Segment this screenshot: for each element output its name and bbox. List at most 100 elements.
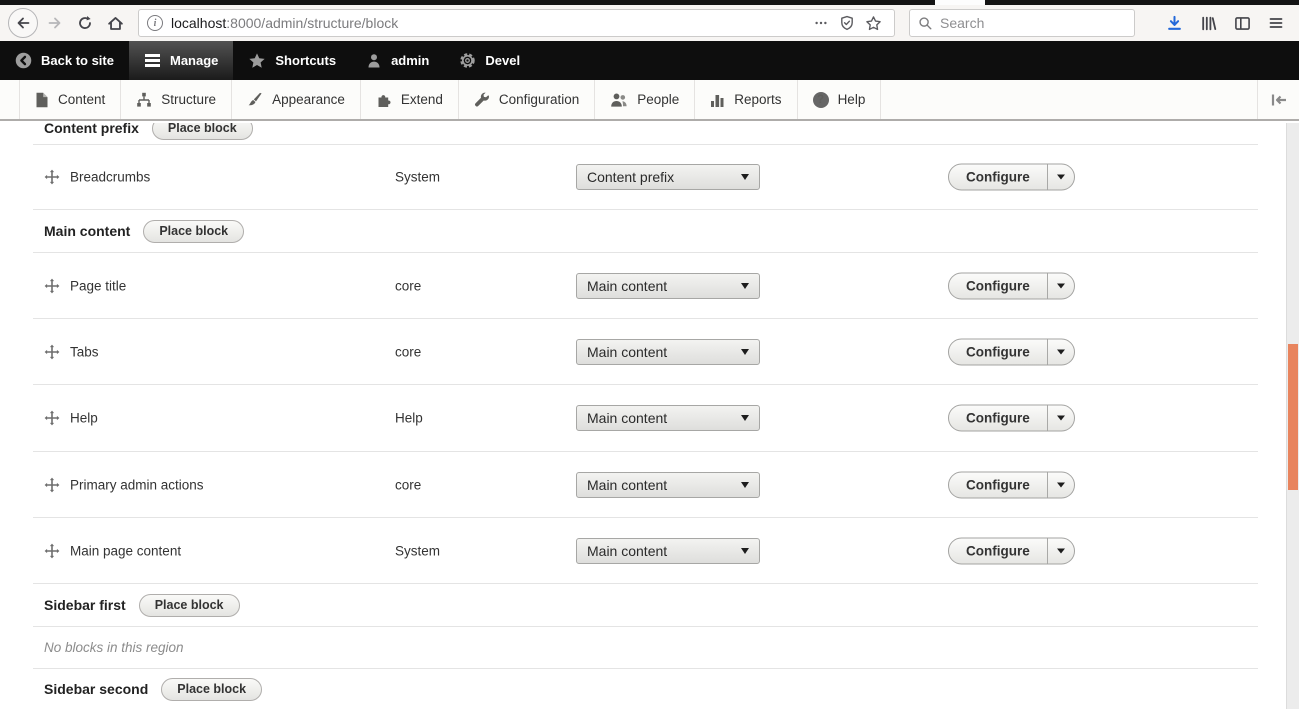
browser-home-button[interactable] (100, 8, 130, 38)
block-label: Main page content (70, 543, 181, 558)
document-icon (35, 92, 49, 108)
configure-dropbutton: Configure (948, 405, 1075, 432)
block-label: Tabs (70, 344, 99, 359)
admin-bar-label: Shortcuts (275, 53, 336, 68)
region-name: Main content (44, 223, 130, 239)
admin-bar-label: Devel (485, 53, 520, 68)
back-to-site-button[interactable]: Back to site (0, 41, 129, 80)
hamburger-menu-icon (144, 53, 161, 68)
region-select[interactable]: Main content (576, 273, 760, 299)
block-category: System (395, 543, 440, 558)
region-select-value: Main content (587, 344, 741, 360)
vertical-scrollbar[interactable] (1286, 123, 1299, 709)
admin-user-button[interactable]: admin (351, 41, 444, 80)
configure-button[interactable]: Configure (949, 273, 1047, 298)
table-row: Breadcrumbs System Content prefix Config… (33, 145, 1258, 210)
configure-button[interactable]: Configure (949, 165, 1047, 190)
block-label: Primary admin actions (70, 477, 204, 492)
drag-handle-icon[interactable] (44, 278, 60, 294)
people-icon (610, 92, 628, 108)
place-block-button[interactable]: Place block (152, 123, 253, 140)
back-arrow-icon (15, 15, 31, 31)
region-name: Sidebar first (44, 597, 126, 613)
region-select[interactable]: Content prefix (576, 164, 760, 190)
region-select[interactable]: Main content (576, 405, 760, 431)
configure-dropdown-toggle[interactable] (1047, 339, 1074, 364)
configure-dropdown-toggle[interactable] (1047, 406, 1074, 431)
browser-forward-button[interactable] (40, 8, 70, 38)
chevron-down-icon (1057, 416, 1065, 421)
pocket-shield-button[interactable] (834, 10, 860, 36)
configure-button[interactable]: Configure (949, 339, 1047, 364)
region-select[interactable]: Main content (576, 538, 760, 564)
configure-dropbutton: Configure (948, 537, 1075, 564)
library-button[interactable] (1193, 8, 1223, 38)
configure-dropbutton: Configure (948, 272, 1075, 299)
place-block-button[interactable]: Place block (161, 678, 262, 701)
region-header-main-content: Main content Place block (33, 210, 1258, 253)
drag-handle-icon[interactable] (44, 169, 60, 185)
search-input[interactable] (940, 15, 1090, 31)
chevron-down-icon (1057, 482, 1065, 487)
block-label: Breadcrumbs (70, 170, 150, 185)
shortcuts-button[interactable]: Shortcuts (233, 41, 351, 80)
region-name: Content prefix (44, 123, 139, 136)
region-select[interactable]: Main content (576, 472, 760, 498)
devel-button[interactable]: Devel (444, 41, 535, 80)
drupal-admin-toolbar: Back to site Manage Shortcuts admin Deve… (0, 41, 1299, 80)
configure-dropbutton: Configure (948, 164, 1075, 191)
tab-extend[interactable]: Extend (361, 80, 459, 119)
tab-reports[interactable]: Reports (695, 80, 797, 119)
tab-label: Content (58, 92, 105, 107)
configure-button[interactable]: Configure (949, 538, 1047, 563)
tab-configuration[interactable]: Configuration (459, 80, 595, 119)
downloads-button[interactable] (1159, 8, 1189, 38)
tab-label: Configuration (499, 92, 579, 107)
configure-dropdown-toggle[interactable] (1047, 165, 1074, 190)
tab-help[interactable]: Help (798, 80, 882, 119)
tab-label: Extend (401, 92, 443, 107)
tab-label: Appearance (272, 92, 345, 107)
scrollbar-thumb[interactable] (1288, 344, 1298, 490)
search-icon (918, 16, 933, 31)
sidebars-button[interactable] (1227, 8, 1257, 38)
drag-handle-icon[interactable] (44, 410, 60, 426)
toolbar-orientation-toggle[interactable] (1257, 80, 1299, 119)
tab-content[interactable]: Content (19, 80, 121, 119)
place-block-button[interactable]: Place block (139, 594, 240, 617)
app-menu-button[interactable] (1261, 8, 1291, 38)
url-path: :8000/admin/structure/block (226, 15, 398, 31)
configure-dropdown-toggle[interactable] (1047, 273, 1074, 298)
page-actions-menu-button[interactable] (808, 10, 834, 36)
drag-handle-icon[interactable] (44, 477, 60, 493)
browser-reload-button[interactable] (70, 8, 100, 38)
url-bar[interactable]: localhost:8000/admin/structure/block (138, 9, 895, 37)
collapse-left-icon (1270, 92, 1288, 108)
region-select[interactable]: Main content (576, 339, 760, 365)
configure-dropdown-toggle[interactable] (1047, 472, 1074, 497)
region-select-value: Main content (587, 278, 741, 294)
manage-button[interactable]: Manage (129, 41, 233, 80)
chevron-down-icon (741, 548, 749, 554)
region-select-value: Main content (587, 410, 741, 426)
table-row: Main page content System Main content Co… (33, 518, 1258, 584)
configure-button[interactable]: Configure (949, 472, 1047, 497)
browser-search-bar[interactable] (909, 9, 1135, 37)
bookmark-star-button[interactable] (860, 10, 886, 36)
configure-dropdown-toggle[interactable] (1047, 538, 1074, 563)
star-icon (248, 52, 266, 70)
tab-people[interactable]: People (595, 80, 695, 119)
tab-appearance[interactable]: Appearance (232, 80, 361, 119)
site-info-icon[interactable] (147, 15, 163, 31)
paintbrush-icon (247, 92, 263, 108)
drag-handle-icon[interactable] (44, 344, 60, 360)
block-category: core (395, 278, 421, 293)
configure-button[interactable]: Configure (949, 406, 1047, 431)
place-block-button[interactable]: Place block (143, 220, 244, 243)
empty-region-row: No blocks in this region (33, 627, 1258, 669)
block-layout-table: Content prefix Place block Breadcrumbs S… (33, 123, 1258, 709)
tab-structure[interactable]: Structure (121, 80, 232, 119)
browser-back-button[interactable] (8, 8, 38, 38)
drag-handle-icon[interactable] (44, 543, 60, 559)
region-header-content-prefix: Content prefix Place block (33, 123, 1258, 145)
